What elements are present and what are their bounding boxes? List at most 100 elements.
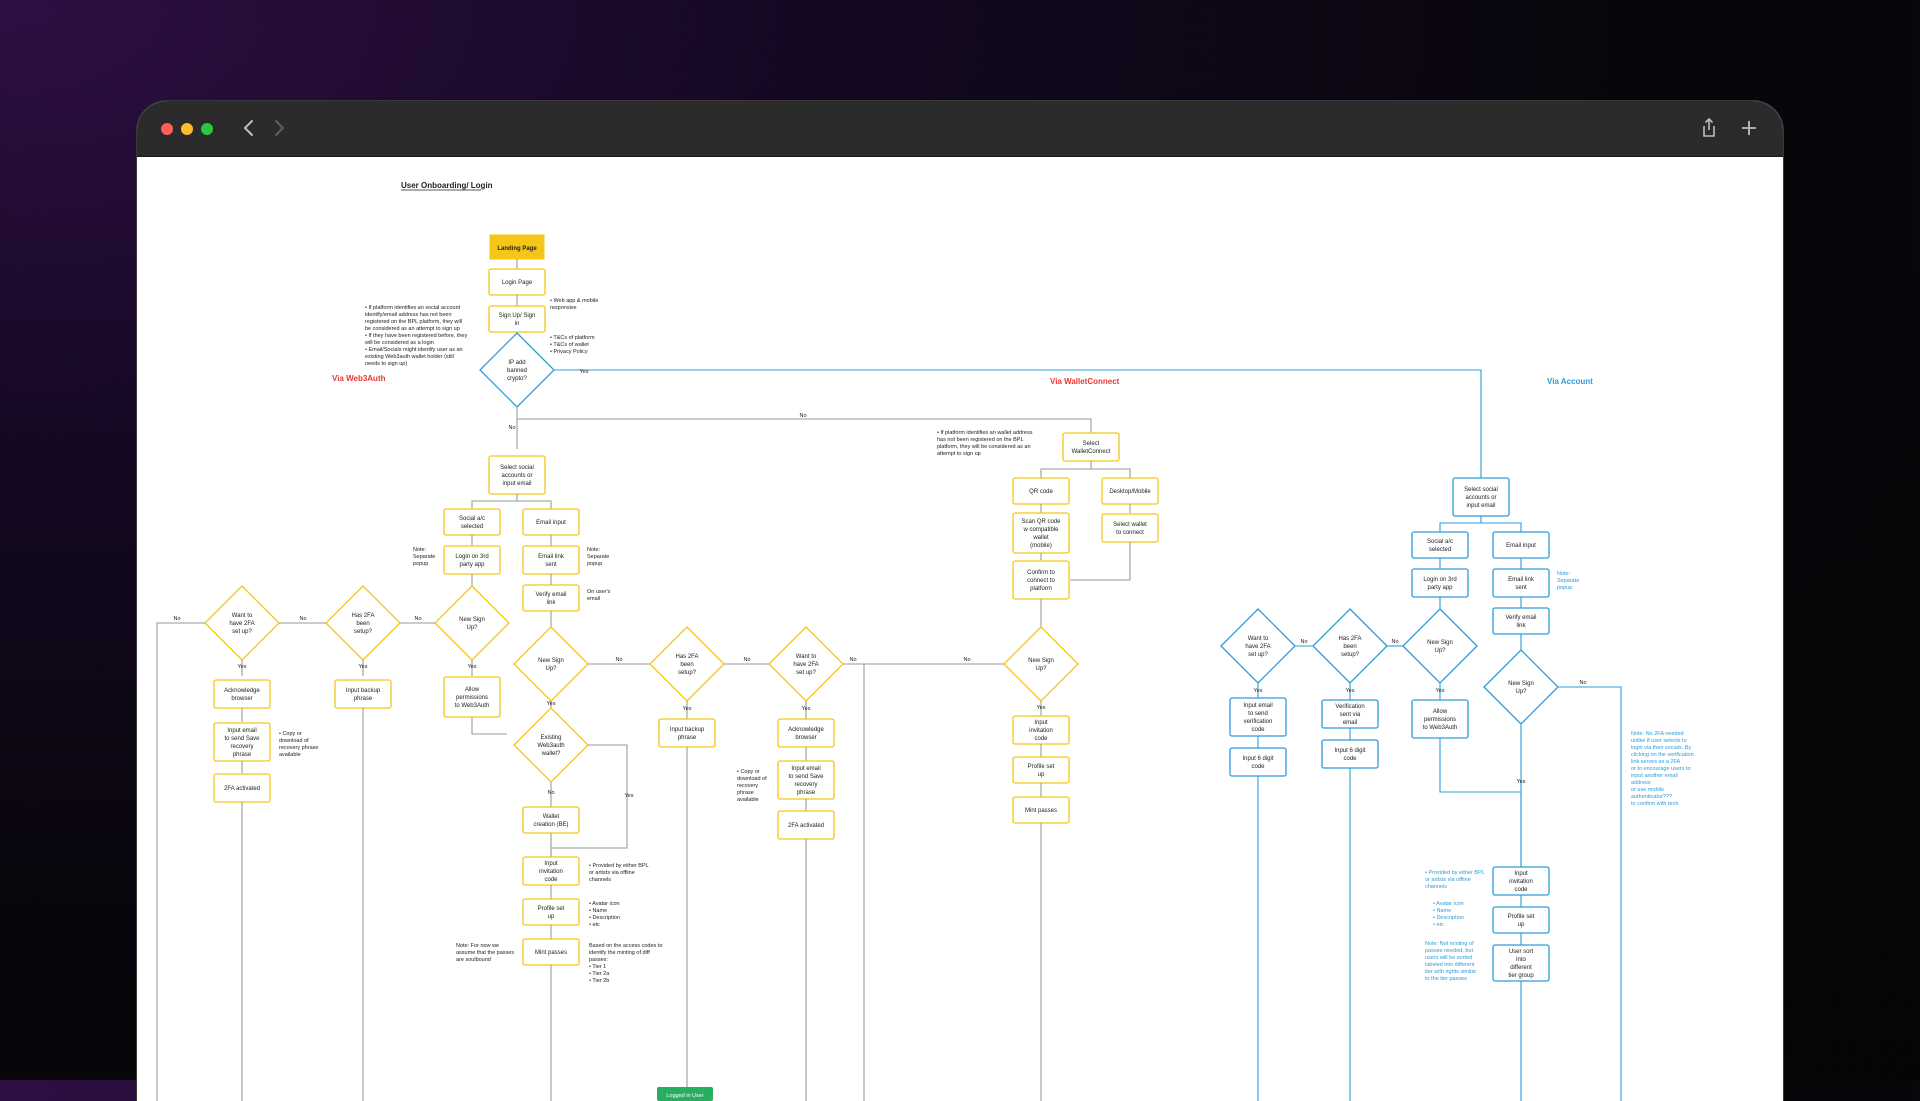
branch-label: Yes xyxy=(1436,688,1445,694)
forward-icon[interactable] xyxy=(267,116,291,140)
branch-label: Yes xyxy=(1346,688,1355,694)
email-new-signup-diamond xyxy=(513,626,589,702)
branch-label: Yes xyxy=(359,664,368,670)
select-walletconnect-box xyxy=(1062,432,1120,462)
social-selected-box xyxy=(443,508,501,536)
connector-line xyxy=(843,663,865,1101)
wc-new-signup-diamond xyxy=(1003,626,1079,702)
email-input-label: Email input xyxy=(536,520,566,526)
acct-email-new-signup-diamond xyxy=(1483,649,1559,725)
titlebar xyxy=(137,101,1783,157)
branch-label: No xyxy=(963,657,970,663)
connector-line xyxy=(1070,542,1131,581)
branch-label: Yes xyxy=(1517,779,1526,785)
note-wc_platform: • If platform identifies an wallet addre… xyxy=(937,430,1033,457)
branch-label: No xyxy=(508,425,515,431)
branch-label: No xyxy=(615,657,622,663)
new-tab-icon[interactable] xyxy=(1737,116,1761,140)
connector-line xyxy=(1481,522,1522,532)
connector-line xyxy=(1040,461,1092,479)
acct-verify-box xyxy=(1492,607,1550,635)
w3a-2fa-activated-label: 2FA activated xyxy=(224,786,260,792)
section-web3auth: Via Web3Auth xyxy=(332,374,386,383)
branch-label: Yes xyxy=(1254,688,1263,694)
connector-line xyxy=(1439,516,1482,532)
wallet-creation-box xyxy=(522,806,580,834)
email-backup-box xyxy=(658,718,716,748)
note-acct_2fa: Note: No 2FA needed unlike if user select… xyxy=(1631,731,1694,807)
acct-email-link-box xyxy=(1492,568,1550,598)
branch-label: Yes xyxy=(547,701,556,707)
close-window-button[interactable] xyxy=(161,123,173,135)
branch-label: No xyxy=(799,413,806,419)
w3a-profile-box xyxy=(522,898,580,926)
verify-email-box xyxy=(522,584,580,612)
note-provided: • Provided by either BPL or artists via o… xyxy=(589,863,649,883)
acct-social-selected-box xyxy=(1411,531,1469,559)
branch-label: Yes xyxy=(625,793,634,799)
branch-label: Yes xyxy=(1037,705,1046,711)
w3a-ack-browser-box xyxy=(213,679,271,709)
ip-check-label: IP add banned crypto? xyxy=(507,360,528,382)
w3a-mint-label: Mint passes xyxy=(535,950,567,956)
minimize-window-button[interactable] xyxy=(181,123,193,135)
desktop-mobile-label: Desktop/Mobile xyxy=(1109,489,1151,495)
confirm-connect-label: Confirm to connect to platform xyxy=(1027,570,1055,592)
branch-label: No xyxy=(743,657,750,663)
acct-email-input-label: Email input xyxy=(1506,543,1536,549)
acct-login-3rd-box xyxy=(1411,568,1469,598)
w3a-want2fa-label: Want to have 2FA set up? xyxy=(229,613,254,635)
login-page-label: Login Page xyxy=(502,280,533,286)
note-sep_popup: Note: Separate popup xyxy=(413,547,435,567)
acct-new-signup-diamond xyxy=(1402,608,1478,684)
acct-want2fa-label: Want to have 2FA set up? xyxy=(1245,636,1270,658)
note-acct_sep: Note: Separate popup xyxy=(1557,571,1579,591)
connector-line xyxy=(517,500,552,509)
w3a-new-signup-diamond xyxy=(434,585,510,661)
acct-input6-a-box xyxy=(1321,739,1379,769)
share-icon[interactable] xyxy=(1697,116,1721,140)
branch-label: No xyxy=(173,616,180,622)
branch-label: No xyxy=(1391,639,1398,645)
branch-label: No xyxy=(849,657,856,663)
zoom-window-button[interactable] xyxy=(201,123,213,135)
connector-line xyxy=(471,494,518,509)
note-acct_avatar: • Avatar icon • Name • Description • etc xyxy=(1433,901,1464,928)
login-3rd-box xyxy=(443,545,501,575)
email-2fa-activated-label: 2FA activated xyxy=(788,823,824,829)
wc-profile-box xyxy=(1012,756,1070,784)
branch-label: No xyxy=(547,790,554,796)
diagram-title: User Onboarding/ Login xyxy=(401,181,493,190)
connector-line xyxy=(1558,686,1622,1101)
branch-label: Yes xyxy=(238,664,247,670)
note-avatar: • Avatar icon • Name • Description • etc xyxy=(589,901,620,928)
flowchart: User Onboarding/ Login Via Web3Auth Via Wa… xyxy=(156,181,1694,1101)
signup-box xyxy=(488,305,546,333)
note-soulbound: Note: For now we assume that the passes ar… xyxy=(456,943,514,963)
note-sep_popup: Note: Separate popup xyxy=(587,547,609,567)
note-tcs: • T&Cs of platform • T&Cs of wallet • Priv… xyxy=(550,335,595,355)
acct-input6-b-box xyxy=(1229,747,1287,777)
select-wallet-box xyxy=(1101,513,1159,543)
note-access: Based on the access codes to identify the… xyxy=(589,943,662,984)
wc-mint-label: Mint passes xyxy=(1025,808,1057,814)
note-webapp: • Web app & mobile responsive xyxy=(550,298,598,311)
branch-label: Yes xyxy=(802,706,811,712)
connector-line xyxy=(156,622,205,1101)
note-copy2: • Copy or download of recovery phrase availa… xyxy=(737,769,767,803)
note-copy: • Copy or download of recovery phrase avail… xyxy=(279,731,318,758)
branch-label: Yes xyxy=(580,369,589,375)
logged-in-label: Logged in User xyxy=(666,1093,703,1099)
branch-label: No xyxy=(1579,680,1586,686)
note-acct_provided: • Provided by either BPL or artists via o… xyxy=(1425,870,1485,890)
back-icon[interactable] xyxy=(237,116,261,140)
branch-label: Yes xyxy=(468,664,477,670)
connector-line xyxy=(471,717,507,735)
email-link-sent-box xyxy=(522,545,580,575)
note-platform: • If platform identifies an social accou… xyxy=(364,305,467,367)
note-on_email: On user's email xyxy=(587,589,611,602)
connector-line xyxy=(1439,738,1522,867)
select-social-label: Select social accounts or input email xyxy=(500,465,534,487)
acct-profile-box xyxy=(1492,906,1550,934)
branch-label: Yes xyxy=(683,706,692,712)
